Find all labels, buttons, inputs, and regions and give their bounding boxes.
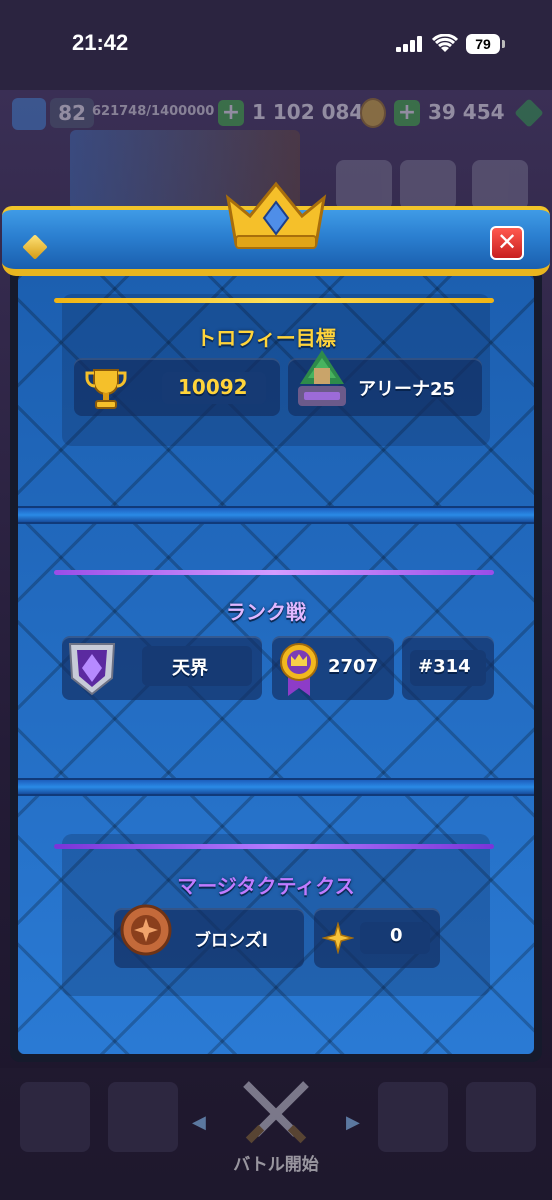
merge-tactics-section-title: マージタクティクス (177, 874, 355, 898)
status-bar: 21:42 79 (0, 0, 552, 90)
arena-icon (298, 350, 346, 406)
friends-button-icon (336, 160, 392, 210)
crown-icon (225, 181, 327, 249)
level-number: 82 (50, 98, 94, 128)
trophy-divider-line (54, 298, 494, 303)
resource-bar: 82 621748/1400000 + 1 102 084 + 39 454 (8, 96, 548, 132)
ranked-section-title: ランク戦 (226, 600, 306, 624)
arena-card: アリーナ25 (288, 350, 482, 416)
ranked-league-name: 天界 (172, 658, 208, 679)
wifi-icon (432, 34, 458, 52)
rank-shield-icon (68, 643, 116, 696)
ranked-divider-line (54, 570, 494, 575)
top-menu-buttons (336, 160, 536, 210)
section-separator-2 (18, 778, 534, 796)
global-rank-card: #314 (402, 636, 494, 700)
arena-name: アリーナ25 (358, 379, 456, 400)
nav-clan-icon (378, 1082, 448, 1152)
section-separator-1 (18, 506, 534, 524)
gold-coin-icon (360, 98, 386, 128)
medal-icon (280, 643, 318, 696)
gem-amount: 39 454 (428, 100, 505, 124)
global-rank: #314 (418, 656, 471, 677)
profile-stats-modal: トロフィー目標 10092 アリーナ25 ランク戦 天界 2707 #314 マ… (2, 181, 550, 1062)
bronze-badge-icon (120, 904, 172, 956)
add-gold-button: + (218, 100, 244, 126)
gold-amount: 1 102 084 (252, 100, 364, 124)
nav-events-icon (466, 1082, 536, 1152)
battery-icon: 79 (466, 34, 505, 54)
modal-body: トロフィー目標 10092 アリーナ25 ランク戦 天界 2707 #314 マ… (18, 274, 534, 1054)
nav-left-arrow-icon: ◀ (192, 1112, 206, 1133)
nav-right-arrow-icon: ▶ (346, 1112, 360, 1133)
medals-card: 2707 (272, 636, 394, 700)
trophy-section-title: トロフィー目標 (196, 326, 336, 350)
status-time: 21:42 (72, 30, 129, 55)
signal-icon (396, 36, 422, 52)
close-icon: ✕ (496, 228, 518, 256)
ranked-league-card: 天界 (62, 636, 262, 700)
close-button[interactable]: ✕ (490, 226, 524, 260)
trophy-icon (85, 369, 127, 409)
merge-stars-count: 0 (390, 925, 403, 946)
merge-league-name: ブロンズI (194, 931, 268, 951)
news-button-icon (400, 160, 456, 210)
nav-cards-icon (108, 1082, 178, 1152)
add-gems-button: + (394, 100, 420, 126)
level-badge-icon (12, 98, 46, 130)
merge-league-card: ブロンズI (114, 904, 304, 968)
nav-shop-icon (20, 1082, 90, 1152)
xp-progress: 621748/1400000 (92, 104, 215, 119)
swords-icon (243, 1081, 309, 1144)
trophy-count-card: 10092 (74, 358, 280, 416)
battle-nav-label: バトル開始 (233, 1155, 319, 1175)
gem-icon (514, 98, 544, 128)
menu-button-icon (472, 160, 528, 210)
merge-tactics-divider-line (54, 844, 494, 849)
star-icon (322, 922, 354, 954)
trophy-count: 10092 (178, 375, 248, 399)
bottom-navigation: ◀ バトル開始 ▶ (0, 1068, 552, 1200)
medals-count: 2707 (328, 656, 379, 677)
merge-stars-card: 0 (314, 908, 440, 968)
diamond-icon (22, 234, 48, 260)
battery-level: 79 (475, 36, 491, 52)
